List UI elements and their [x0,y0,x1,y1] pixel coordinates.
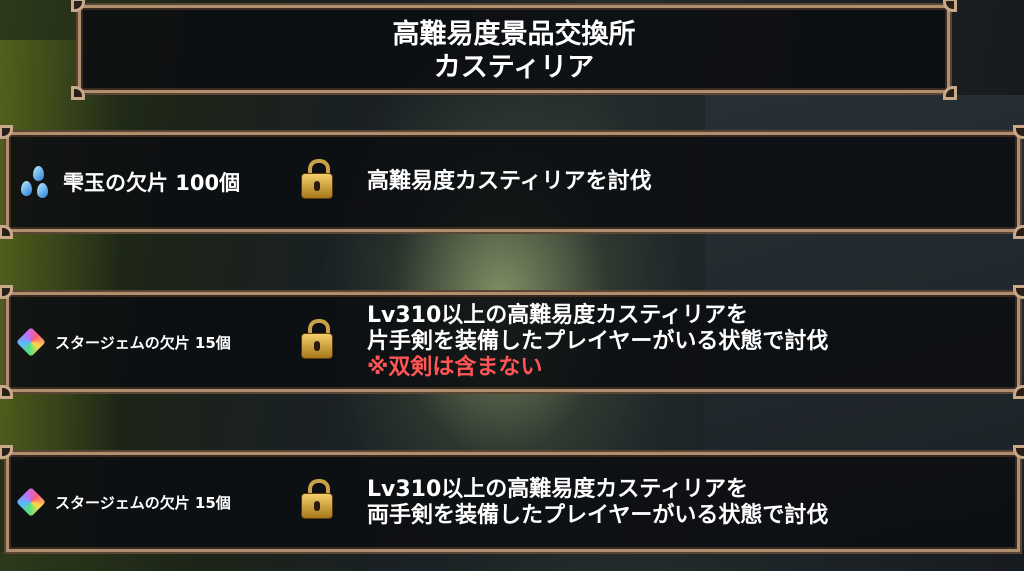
reward-name: 雫玉の欠片 100個 [63,171,241,195]
lock-icon [301,479,333,522]
frame-corner [71,0,85,12]
star-gem-icon [16,487,46,517]
frame-corner [0,385,13,399]
frame-corner [1013,285,1024,299]
title-panel: 高難易度景品交換所 カスティリア [71,0,957,100]
reward-row[interactable]: スタージェムの欠片 15個 Lv310以上の高難易度カスティリアを 片手剣を装備… [0,285,1024,399]
unlock-condition: 高難易度カスティリアを討伐 [367,135,652,229]
reward-item: 雫玉の欠片 100個 [17,135,240,229]
condition-note: ※双剣は含まない [367,355,543,380]
page-subtitle: カスティリア [433,52,595,83]
reward-item: スタージェムの欠片 15個 [16,295,231,389]
reward-item: スタージェムの欠片 15個 [16,455,231,549]
unlock-condition: Lv310以上の高難易度カスティリアを 片手剣を装備したプレイヤーがいる状態で討… [367,295,828,389]
frame-corner [1013,125,1024,139]
frame-corner [1013,445,1024,459]
unlock-condition: Lv310以上の高難易度カスティリアを 両手剣を装備したプレイヤーがいる状態で討… [367,455,828,571]
condition-line: Lv310以上の高難易度カスティリアを [367,303,748,328]
condition-line: 両手剣を装備したプレイヤーがいる状態で討伐 [367,503,829,528]
frame-corner [0,285,13,299]
condition-line: 片手剣を装備したプレイヤーがいる状態で討伐 [367,329,829,354]
frame-corner [0,125,13,139]
frame-corner [0,225,13,239]
frame-corner [1013,385,1024,399]
background-glow [0,40,120,460]
blue-drops-icon [17,164,53,200]
condition-line: 高難易度カスティリアを討伐 [367,169,652,194]
frame-corner [1013,225,1024,239]
frame-corner [943,0,957,12]
lock-icon [301,319,333,362]
reward-row[interactable]: 雫玉の欠片 100個 高難易度カスティリアを討伐 [0,125,1024,239]
star-gem-icon [16,327,46,357]
reward-name: スタージェムの欠片 15個 [55,493,231,512]
frame-corner [943,86,957,100]
frame-corner [0,445,13,459]
condition-line: Lv310以上の高難易度カスティリアを [367,477,748,502]
page-title: 高難易度景品交換所 [392,19,636,50]
reward-row[interactable]: スタージェムの欠片 15個 Lv310以上の高難易度カスティリアを 両手剣を装備… [0,445,1024,552]
frame-corner [71,86,85,100]
reward-name: スタージェムの欠片 15個 [55,333,231,352]
lock-icon [301,159,333,202]
